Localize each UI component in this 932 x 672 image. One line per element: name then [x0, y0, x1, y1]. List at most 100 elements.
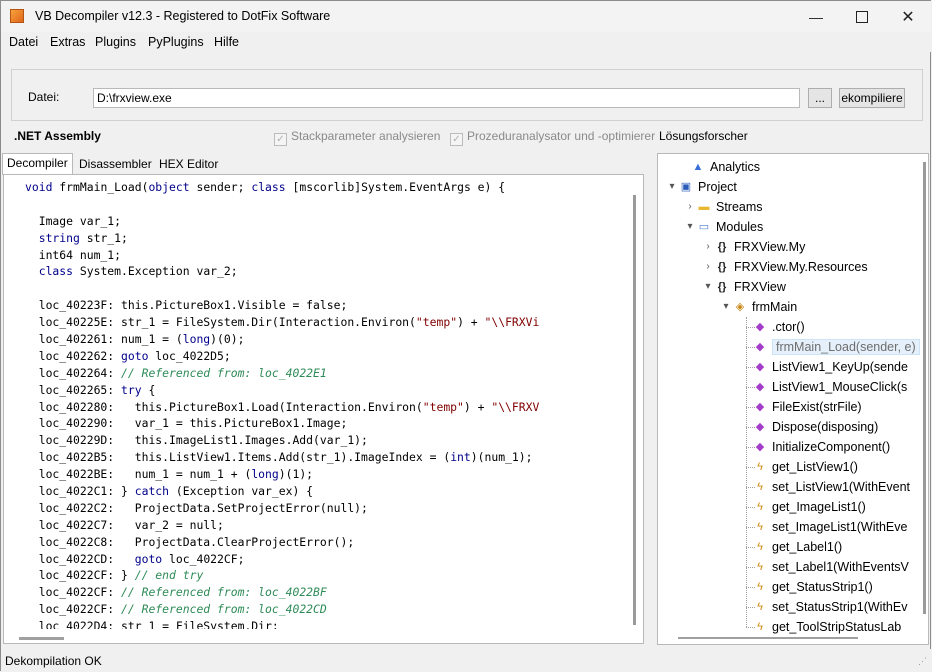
menu-plugins[interactable]: Plugins: [95, 35, 136, 49]
close-button[interactable]: ✕: [885, 1, 931, 32]
code-line[interactable]: loc_4022BE: num_1 = num_1 + (long)(1);: [25, 466, 539, 483]
code-line[interactable]: loc_402261: num_1 = (long)(0);: [25, 331, 539, 348]
expand-down-icon[interactable]: ▾: [666, 181, 678, 192]
code-line[interactable]: loc_402280: this.PictureBox1.Load(Intera…: [25, 399, 540, 416]
code-token: loc_40225E: str_1 = FileSystem.Dir(Inter…: [25, 315, 416, 330]
tree-node[interactable]: ϟ set_StatusStrip1(WithEv: [740, 597, 907, 616]
code-line[interactable]: string str_1;: [25, 230, 539, 247]
code-line[interactable]: loc_40225E: str_1 = FileSystem.Dir(Inter…: [25, 314, 540, 331]
tab-disassembler[interactable]: Disassembler: [75, 155, 156, 174]
tree-node[interactable]: ◆ .ctor(): [740, 317, 805, 336]
solution-explorer-tree[interactable]: ▲ Analytics ▾ ▣ Project › ▬ Streams ▾ ▭ Modules ›{}…: [657, 153, 929, 645]
tree-node[interactable]: › ▬ Streams: [684, 197, 762, 216]
code-line[interactable]: int64 num_1;: [25, 247, 539, 264]
code-token: loc_4022CF:: [25, 585, 122, 600]
code-line[interactable]: loc_4022C7: var_2 = null;: [25, 517, 539, 534]
code-line[interactable]: loc_40223F: this.PictureBox1.Visible = f…: [25, 297, 539, 314]
code-horizontal-scrollbar[interactable]: [4, 629, 643, 643]
expand-right-icon[interactable]: ›: [702, 241, 714, 252]
code-line[interactable]: class System.Exception var_2;: [25, 263, 539, 280]
tree-node[interactable]: ▾{} FRXView: [702, 277, 785, 296]
tree-node[interactable]: ϟ set_ListView1(WithEvent: [740, 477, 910, 496]
menu-pyplugins[interactable]: PyPlugins: [148, 35, 204, 49]
code-line[interactable]: loc_4022CD: goto loc_4022CF;: [25, 551, 539, 568]
scroll-thumb[interactable]: [633, 195, 636, 625]
code-line[interactable]: loc_402265: try {: [25, 382, 539, 399]
code-line[interactable]: loc_402290: var_1 = this.PictureBox1.Ima…: [25, 415, 539, 432]
tree-node[interactable]: ◆ ListView1_MouseClick(s: [740, 377, 907, 396]
main-window: VB Decompiler v12.3 - Registered to DotF…: [0, 0, 931, 671]
tab-decompiler[interactable]: Decompiler: [2, 153, 73, 175]
code-line[interactable]: loc_402264: // Referenced from: loc_4022…: [25, 365, 539, 382]
code-view[interactable]: void frmMain_Load(object sender; class […: [3, 174, 644, 644]
code-line[interactable]: loc_4022CF: // Referenced from: loc_4022…: [25, 584, 539, 601]
tree-node[interactable]: ϟ get_ToolStripStatusLab: [740, 617, 901, 636]
code-line[interactable]: Image var_1;: [25, 213, 539, 230]
code-line[interactable]: loc_402262: goto loc_4022D5;: [25, 348, 539, 365]
expand-down-icon[interactable]: ▾: [702, 281, 714, 292]
code-token: catch: [134, 484, 170, 499]
tree-node[interactable]: ›{} FRXView.My.Resources: [702, 257, 867, 276]
code-vertical-scrollbar[interactable]: [626, 175, 643, 643]
code-line[interactable]: loc_4022B5: this.ListView1.Items.Add(str…: [25, 449, 539, 466]
expand-right-icon[interactable]: ›: [702, 261, 714, 272]
menu-datei[interactable]: Datei: [9, 35, 38, 49]
namespace-icon: {}: [717, 280, 727, 293]
property-icon: ϟ: [757, 580, 763, 593]
code-line[interactable]: loc_4022CF: // Referenced from: loc_4022…: [25, 601, 539, 618]
proc-analyzer-checkbox[interactable]: ✓ Prozeduranalysator und -optimierer: [450, 129, 655, 146]
tree-node-label: Dispose(disposing): [772, 419, 879, 434]
code-token: loc_4022B5: this.ListView1.Items.Add(str…: [25, 450, 451, 465]
code-token: loc_4022CF;: [162, 551, 245, 566]
tab-hex-editor[interactable]: HEX Editor: [155, 155, 222, 174]
code-line[interactable]: loc_4022C2: ProjectData.SetProjectError(…: [25, 500, 539, 517]
maximize-button[interactable]: [839, 1, 885, 32]
tree-node[interactable]: ◆ FileExist(strFile): [740, 397, 862, 416]
tree-node[interactable]: ▾ ◈ frmMain: [720, 297, 797, 316]
tree-node[interactable]: ϟ set_Label1(WithEventsV: [740, 557, 909, 576]
tree-node[interactable]: ϟ get_ListView1(): [740, 457, 858, 476]
tree-node[interactable]: ◆ ListView1_KeyUp(sende: [740, 357, 908, 376]
browse-button[interactable]: ...: [808, 88, 832, 108]
tree-node[interactable]: ϟ get_ImageList1(): [740, 497, 866, 516]
resize-grip-icon[interactable]: ⋰: [918, 656, 927, 667]
code-line[interactable]: loc_40229D: this.ImageList1.Images.Add(v…: [25, 432, 539, 449]
expand-down-icon[interactable]: ▾: [720, 301, 732, 312]
expand-down-icon[interactable]: ▾: [684, 221, 696, 232]
tree-node[interactable]: ▾ ▣ Project: [666, 177, 736, 196]
title-bar[interactable]: VB Decompiler v12.3 - Registered to DotF…: [1, 1, 931, 32]
code-line[interactable]: loc_4022C8: ProjectData.ClearProjectErro…: [25, 534, 539, 551]
scroll-thumb[interactable]: [19, 637, 64, 640]
decompiled-code[interactable]: void frmMain_Load(object sender; class […: [25, 179, 539, 635]
code-line[interactable]: loc_4022C1: } catch (Exception var_ex) {: [25, 483, 539, 500]
stack-params-checkbox[interactable]: ✓ Stackparameter analysieren: [274, 129, 440, 146]
menu-extras[interactable]: Extras: [50, 35, 85, 49]
tree-horizontal-scrollbar[interactable]: [678, 637, 858, 639]
code-line[interactable]: void frmMain_Load(object sender; class […: [25, 179, 539, 196]
tree-node[interactable]: ◆ Dispose(disposing): [740, 417, 879, 436]
code-line[interactable]: loc_4022CF: } // end try: [25, 567, 539, 584]
tree-node[interactable]: ▾ ▭ Modules: [684, 217, 763, 236]
checkmark-icon: ✓: [450, 133, 463, 146]
tree-vertical-scrollbar[interactable]: [923, 162, 926, 614]
tree-node[interactable]: ϟ get_StatusStrip1(): [740, 577, 873, 596]
code-line[interactable]: [25, 280, 539, 297]
expand-right-icon[interactable]: ›: [684, 201, 696, 212]
tree-node[interactable]: ◆ InitializeComponent(): [740, 437, 890, 456]
decompile-button[interactable]: ekompiliere: [839, 88, 905, 108]
minimize-button[interactable]: —: [793, 1, 839, 32]
tree-node[interactable]: ϟ set_ImageList1(WithEve: [740, 517, 907, 536]
property-icon: ϟ: [757, 620, 763, 633]
tree-node[interactable]: ›{} FRXView.My: [702, 237, 805, 256]
tree-node[interactable]: ϟ get_Label1(): [740, 537, 842, 556]
tree-node-label: set_ImageList1(WithEve: [772, 519, 908, 534]
code-token: object: [148, 180, 190, 194]
assembly-type-label: .NET Assembly: [14, 129, 101, 143]
tree-node[interactable]: ▲ Analytics: [678, 157, 760, 176]
code-line[interactable]: [25, 196, 539, 213]
tree-node-label: Analytics: [710, 159, 761, 174]
code-token: loc_4022CF: }: [25, 568, 135, 583]
menu-hilfe[interactable]: Hilfe: [214, 35, 239, 49]
file-path-input[interactable]: D:\frxview.exe: [93, 88, 800, 108]
tree-node[interactable]: ◆ frmMain_Load(sender, e): [740, 337, 920, 356]
